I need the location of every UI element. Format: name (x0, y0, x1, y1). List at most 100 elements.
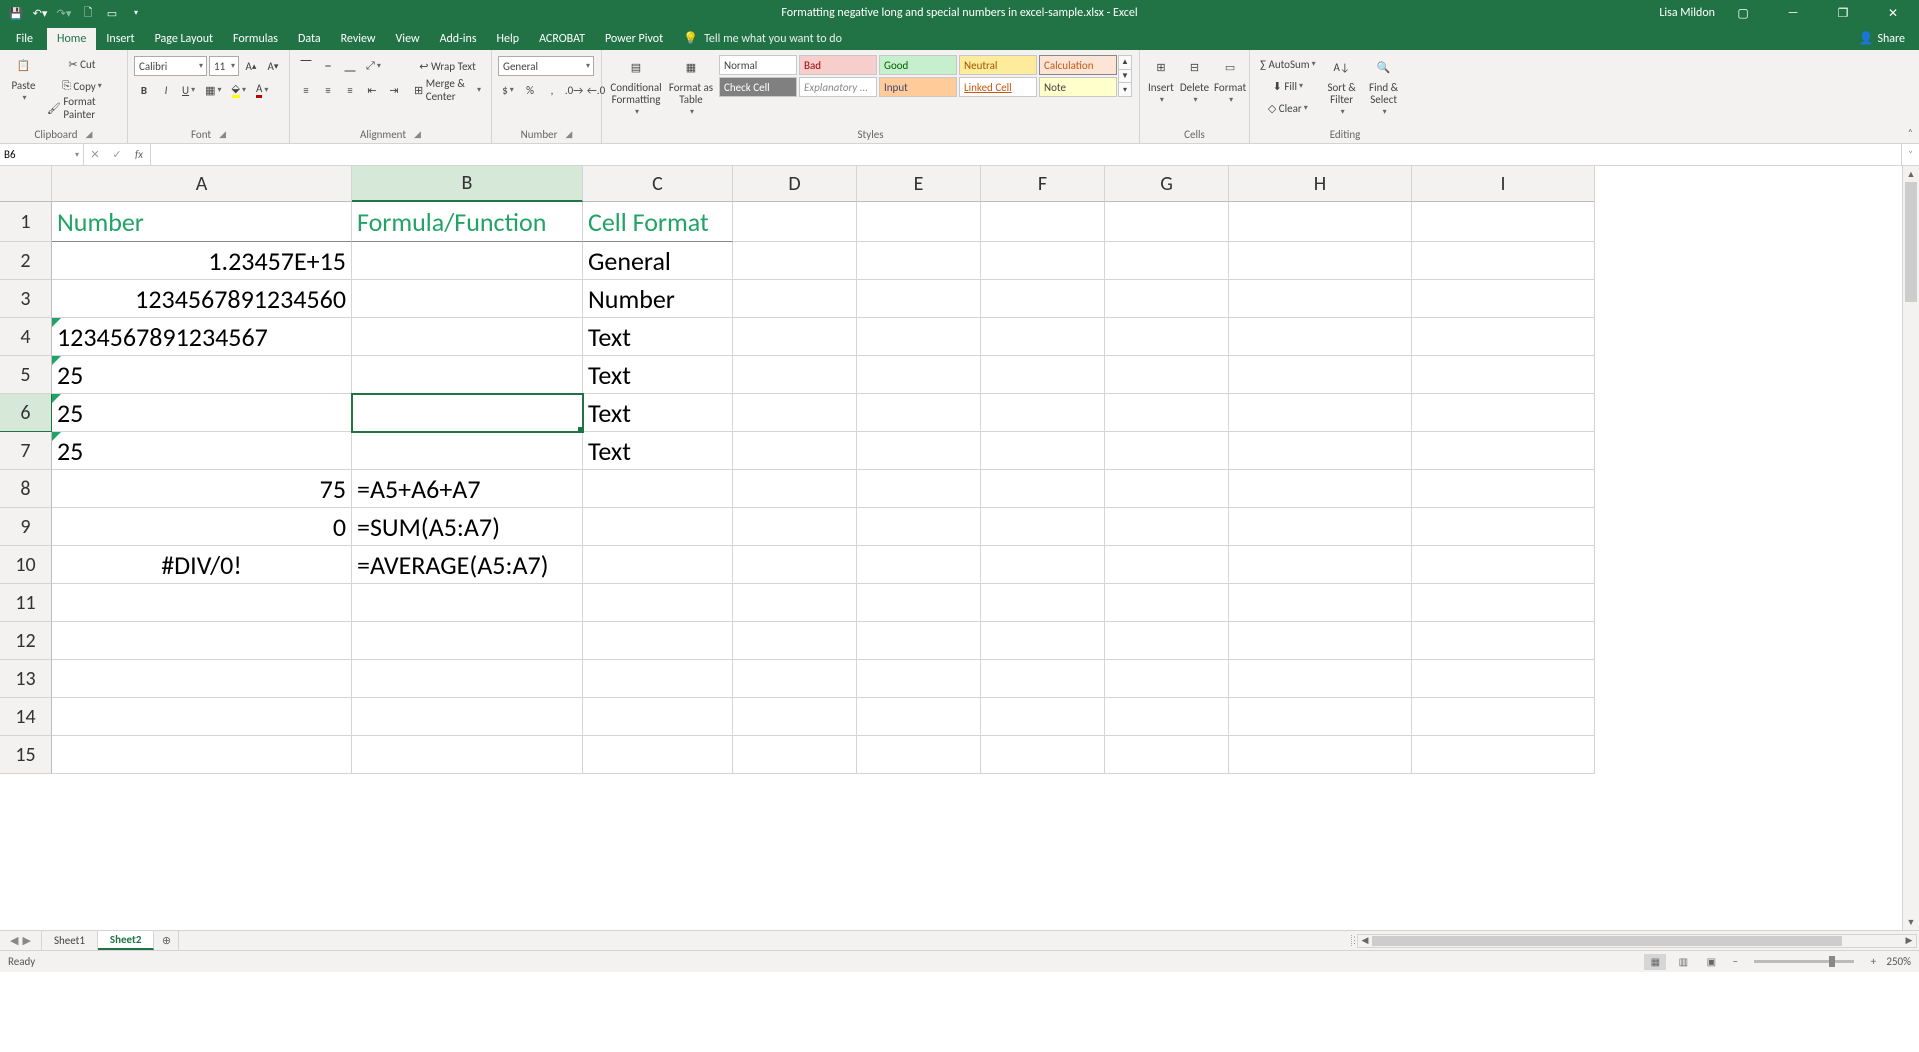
cell-I2[interactable] (1412, 242, 1595, 280)
tab-insert[interactable]: Insert (96, 28, 144, 50)
cut-button[interactable]: ✂ Cut (43, 54, 121, 74)
cell-B14[interactable] (352, 698, 583, 736)
borders-button[interactable]: ▦ (201, 80, 225, 100)
cell-G8[interactable] (1105, 470, 1229, 508)
cell-F3[interactable] (981, 280, 1105, 318)
sheet-nav-next-icon[interactable]: ▶ (22, 934, 30, 947)
account-user[interactable]: Lisa Mildon (1659, 6, 1715, 20)
row-header-4[interactable]: 4 (0, 318, 52, 356)
close-button[interactable]: ✕ (1871, 0, 1915, 26)
find-select-button[interactable]: 🔍Find & Select (1364, 54, 1404, 119)
cell-B2[interactable] (352, 242, 583, 280)
tab-home[interactable]: Home (47, 28, 96, 50)
cell-D14[interactable] (733, 698, 857, 736)
style-note[interactable]: Note (1039, 77, 1117, 97)
row-header-11[interactable]: 11 (0, 584, 52, 622)
cell-B12[interactable] (352, 622, 583, 660)
cell-C14[interactable] (583, 698, 733, 736)
cell-E5[interactable] (857, 356, 981, 394)
cell-H8[interactable] (1229, 470, 1412, 508)
cell-I9[interactable] (1412, 508, 1595, 546)
cell-H13[interactable] (1229, 660, 1412, 698)
name-box[interactable]: B6 (0, 144, 84, 165)
format-cells-button[interactable]: ▭Format (1213, 54, 1247, 107)
cell-C5[interactable]: Text (583, 356, 733, 394)
qat-customize-icon[interactable]: ▾ (128, 5, 144, 21)
align-top-button[interactable]: ⎺ (296, 56, 316, 76)
cell-H7[interactable] (1229, 432, 1412, 470)
cell-F4[interactable] (981, 318, 1105, 356)
align-left-button[interactable]: ≡ (296, 80, 316, 100)
row-header-9[interactable]: 9 (0, 508, 52, 546)
decrease-indent-button[interactable]: ⇤ (362, 80, 382, 100)
insert-cells-button[interactable]: ⊞Insert (1146, 54, 1176, 107)
row-header-3[interactable]: 3 (0, 280, 52, 318)
col-header-I[interactable]: I (1412, 166, 1595, 202)
sheet-nav-prev-icon[interactable]: ◀ (10, 934, 18, 947)
cell-F8[interactable] (981, 470, 1105, 508)
cell-D2[interactable] (733, 242, 857, 280)
tab-review[interactable]: Review (331, 28, 386, 50)
font-color-button[interactable]: A (252, 80, 272, 100)
style-check-cell[interactable]: Check Cell (719, 77, 797, 97)
cell-H2[interactable] (1229, 242, 1412, 280)
insert-function-icon[interactable]: fx (128, 148, 150, 161)
tab-acrobat[interactable]: ACROBAT (529, 28, 595, 50)
orientation-button[interactable]: ⤢ (362, 56, 385, 76)
tab-page-layout[interactable]: Page Layout (145, 28, 223, 50)
row-header-2[interactable]: 2 (0, 242, 52, 280)
col-header-F[interactable]: F (981, 166, 1105, 202)
view-page-layout-icon[interactable]: ▥ (1672, 954, 1694, 970)
style-normal[interactable]: Normal (719, 55, 797, 75)
cell-H1[interactable] (1229, 202, 1412, 242)
cell-H4[interactable] (1229, 318, 1412, 356)
cell-A8[interactable]: 75 (52, 470, 352, 508)
cell-C10[interactable] (583, 546, 733, 584)
hscroll-thumb[interactable] (1372, 936, 1842, 946)
scroll-up-icon[interactable]: ▲ (1903, 166, 1919, 182)
italic-button[interactable]: I (156, 80, 176, 100)
cell-H5[interactable] (1229, 356, 1412, 394)
conditional-formatting-button[interactable]: ▤ Conditional Formatting (608, 54, 664, 119)
cell-B3[interactable] (352, 280, 583, 318)
sheet-tab-sheet1[interactable]: Sheet1 (42, 931, 98, 950)
col-header-H[interactable]: H (1229, 166, 1412, 202)
cell-E4[interactable] (857, 318, 981, 356)
cell-A11[interactable] (52, 584, 352, 622)
scroll-down-icon[interactable]: ▼ (1903, 914, 1919, 930)
tell-me-search[interactable]: 💡 Tell me what you want to do (673, 27, 852, 50)
style-bad[interactable]: Bad (799, 55, 877, 75)
cell-A3[interactable]: 1234567891234560 (52, 280, 352, 318)
cell-A9[interactable]: 0 (52, 508, 352, 546)
cell-F14[interactable] (981, 698, 1105, 736)
percent-format-button[interactable]: % (520, 80, 540, 100)
cell-C7[interactable]: Text (583, 432, 733, 470)
minimize-button[interactable]: — (1771, 0, 1815, 26)
fill-button[interactable]: ⬇ Fill (1256, 76, 1320, 96)
cell-A5[interactable]: 25 (52, 356, 352, 394)
vertical-scrollbar[interactable]: ▲ ▼ (1902, 166, 1919, 930)
maximize-button[interactable]: ❐ (1821, 0, 1865, 26)
cell-C9[interactable] (583, 508, 733, 546)
tab-view[interactable]: View (386, 28, 430, 50)
cell-F13[interactable] (981, 660, 1105, 698)
zoom-slider[interactable] (1754, 960, 1854, 963)
cell-D10[interactable] (733, 546, 857, 584)
row-header-8[interactable]: 8 (0, 470, 52, 508)
cell-E10[interactable] (857, 546, 981, 584)
touch-mode-icon[interactable]: ▭ (104, 5, 120, 21)
zoom-level[interactable]: 250% (1886, 955, 1911, 968)
cell-C11[interactable] (583, 584, 733, 622)
cell-G14[interactable] (1105, 698, 1229, 736)
cell-I15[interactable] (1412, 736, 1595, 774)
zoom-in-button[interactable]: + (1866, 955, 1880, 968)
cell-G2[interactable] (1105, 242, 1229, 280)
col-header-C[interactable]: C (583, 166, 733, 202)
cell-A10[interactable]: #DIV/0! (52, 546, 352, 584)
cell-E14[interactable] (857, 698, 981, 736)
cell-H6[interactable] (1229, 394, 1412, 432)
zoom-slider-thumb[interactable] (1829, 956, 1835, 967)
cell-F1[interactable] (981, 202, 1105, 242)
tab-help[interactable]: Help (487, 28, 530, 50)
cell-I10[interactable] (1412, 546, 1595, 584)
